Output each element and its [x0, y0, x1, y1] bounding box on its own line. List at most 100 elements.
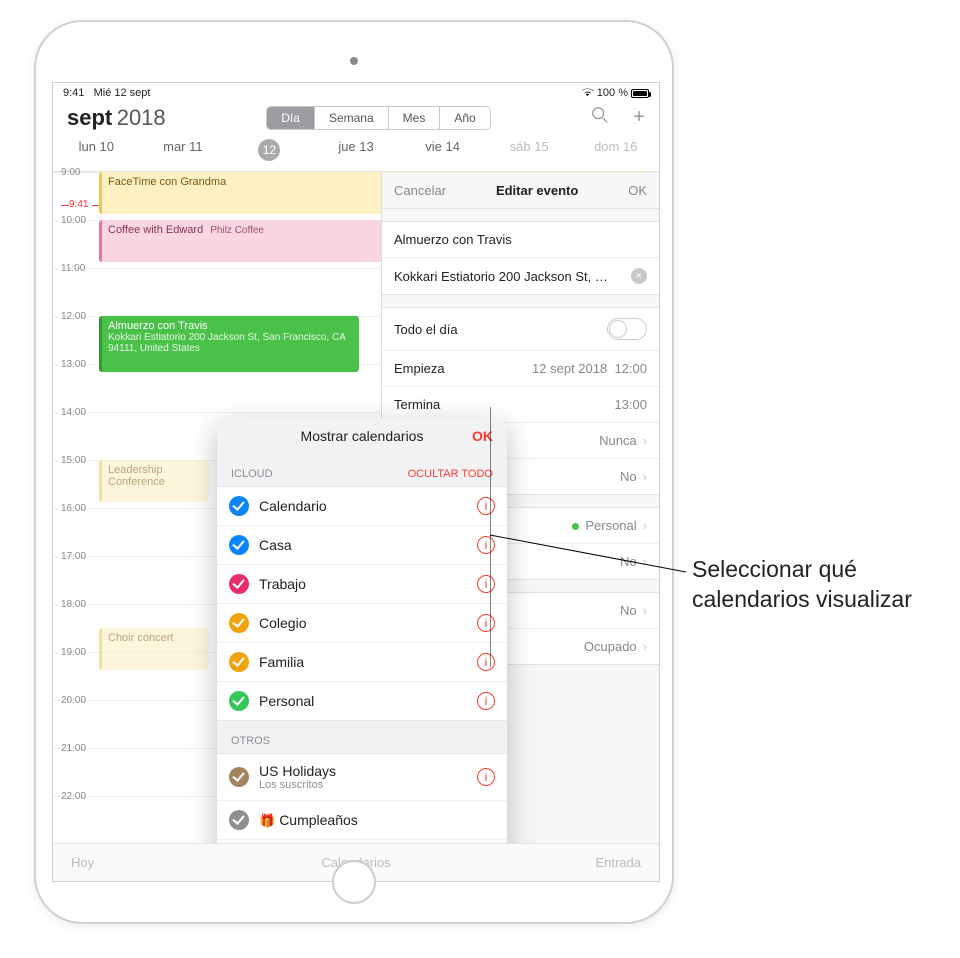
event-title: Leadership Conference — [108, 464, 165, 488]
all-day-toggle[interactable] — [607, 318, 647, 340]
event-title: Choir concert — [108, 632, 173, 644]
today-badge: 12 — [258, 139, 280, 161]
day-header-row: lun 10 mar 11 12 jue 13 vie 14 sáb 15 do… — [53, 131, 659, 172]
ok-button[interactable]: OK — [628, 183, 647, 198]
hour-label: 16:00 — [61, 503, 86, 514]
info-icon[interactable]: i — [477, 768, 495, 786]
calendar-row-calendario[interactable]: Calendario i — [217, 487, 507, 526]
calendar-row-casa[interactable]: Casai — [217, 526, 507, 565]
starts-row[interactable]: Empieza 12 sept 2018 12:00 — [382, 351, 659, 387]
hour-label: 9:00 — [61, 167, 80, 178]
calendar-row-birthdays[interactable]: 🎁 Cumpleaños — [217, 801, 507, 840]
calendar-name: Colegio — [259, 615, 306, 631]
check-icon — [229, 652, 249, 672]
event-lunch[interactable]: Almuerzo con Travis Kokkari Estiatorio 2… — [99, 316, 359, 372]
day-header-sun[interactable]: dom 16 — [572, 139, 659, 161]
check-icon — [229, 613, 249, 633]
day-header-tue[interactable]: mar 11 — [140, 139, 227, 161]
battery-percent: 100 % — [597, 87, 628, 99]
nav-actions: + — [591, 106, 645, 130]
calendar-color-dot — [572, 523, 579, 530]
invitees-value: No — [620, 554, 637, 569]
popover-header: Mostrar calendarios OK — [217, 418, 507, 454]
view-tab-month[interactable]: Mes — [389, 107, 441, 129]
check-icon — [229, 496, 249, 516]
ends-time: 13:00 — [614, 397, 647, 412]
event-location-field[interactable]: Kokkari Estiatorio 200 Jackson St, San..… — [382, 258, 659, 294]
wifi-icon — [581, 87, 594, 100]
calendar-row-us-holidays[interactable]: US Holidays Los suscritos i — [217, 754, 507, 801]
check-icon — [229, 535, 249, 555]
day-header-fri[interactable]: vie 14 — [399, 139, 486, 161]
info-icon[interactable]: i — [477, 692, 495, 710]
cancel-button[interactable]: Cancelar — [394, 183, 446, 198]
day-label: jue 13 — [338, 139, 373, 154]
view-tab-day[interactable]: Día — [267, 107, 315, 129]
event-choir[interactable]: Choir concert — [99, 628, 209, 670]
search-icon[interactable] — [591, 106, 609, 130]
day-label: sáb 15 — [510, 139, 549, 154]
popover-ok-button[interactable]: OK — [472, 428, 493, 444]
event-name-field[interactable]: Almuerzo con Travis — [382, 222, 659, 258]
day-label: vie 14 — [425, 139, 460, 154]
chevron-right-icon: › — [643, 554, 647, 569]
view-tab-week[interactable]: Semana — [315, 107, 389, 129]
calendar-name-text: Cumpleaños — [279, 812, 358, 828]
inbox-button[interactable]: Entrada — [595, 855, 641, 870]
calendar-name: Personal — [259, 693, 314, 709]
gift-icon: 🎁 — [259, 813, 275, 828]
section-header-other: OTROS — [217, 721, 507, 753]
starts-time: 12:00 — [614, 361, 647, 376]
calendar-name: Calendario — [259, 498, 327, 514]
day-header-sat[interactable]: sáb 15 — [486, 139, 573, 161]
all-day-label: Todo el día — [394, 322, 458, 337]
check-icon — [229, 691, 249, 711]
calendar-name: Familia — [259, 654, 304, 670]
info-icon[interactable]: i — [477, 575, 495, 593]
today-button[interactable]: Hoy — [71, 855, 94, 870]
info-icon[interactable]: i — [477, 536, 495, 554]
hour-label: 13:00 — [61, 359, 86, 370]
status-time: 9:41 — [63, 87, 84, 99]
section-header-icloud: ICLOUD OCULTAR TODO — [217, 454, 507, 486]
hour-label: 22:00 — [61, 791, 86, 802]
chevron-right-icon: › — [643, 469, 647, 484]
battery-icon — [631, 89, 649, 98]
hour-label: 14:00 — [61, 407, 86, 418]
event-title: Almuerzo con Travis — [108, 320, 353, 332]
hour-label: 20:00 — [61, 695, 86, 706]
hour-label: 19:00 — [61, 647, 86, 658]
check-icon — [229, 574, 249, 594]
edit-event-header: Cancelar Editar evento OK — [382, 173, 659, 209]
info-icon[interactable]: i — [477, 653, 495, 671]
month-title[interactable]: sept 2018 — [67, 105, 166, 131]
status-bar: 9:41 Mié 12 sept 100 % — [53, 83, 659, 101]
chevron-right-icon: › — [643, 639, 647, 654]
calendar-row-trabajo[interactable]: Trabajoi — [217, 565, 507, 604]
screen: 9:41 Mié 12 sept 100 % sept 2018 Día Sem… — [52, 82, 660, 882]
chevron-right-icon: › — [643, 433, 647, 448]
icloud-calendar-list: Calendario i Casai Trabajoi Colegio i Fami… — [217, 486, 507, 721]
chevron-right-icon: › — [643, 518, 647, 533]
hide-all-button[interactable]: OCULTAR TODO — [408, 468, 493, 480]
repeat-value: Nunca — [599, 433, 637, 448]
info-icon[interactable]: i — [477, 614, 495, 632]
add-event-icon[interactable]: + — [633, 106, 645, 130]
ends-label: Termina — [394, 397, 440, 412]
calendar-value: Personal — [585, 518, 636, 533]
calendar-name-text: US Holidays — [259, 763, 336, 779]
event-leadership[interactable]: Leadership Conference — [99, 460, 209, 502]
hour-label: 10:00 — [61, 215, 86, 226]
day-header-thu[interactable]: jue 13 — [313, 139, 400, 161]
view-tab-year[interactable]: Año — [440, 107, 489, 129]
clear-location-icon[interactable]: × — [631, 268, 647, 284]
calendar-row-personal[interactable]: Personal i — [217, 682, 507, 720]
day-header-mon[interactable]: lun 10 — [53, 139, 140, 161]
calendar-row-colegio[interactable]: Colegio i — [217, 604, 507, 643]
day-header-wed[interactable]: 12 — [226, 139, 313, 161]
day-label: lun 10 — [79, 139, 114, 154]
hour-label: 15:00 — [61, 455, 86, 466]
home-button[interactable] — [332, 860, 376, 904]
info-icon[interactable]: i — [477, 497, 495, 515]
calendar-row-familia[interactable]: Familia i — [217, 643, 507, 682]
